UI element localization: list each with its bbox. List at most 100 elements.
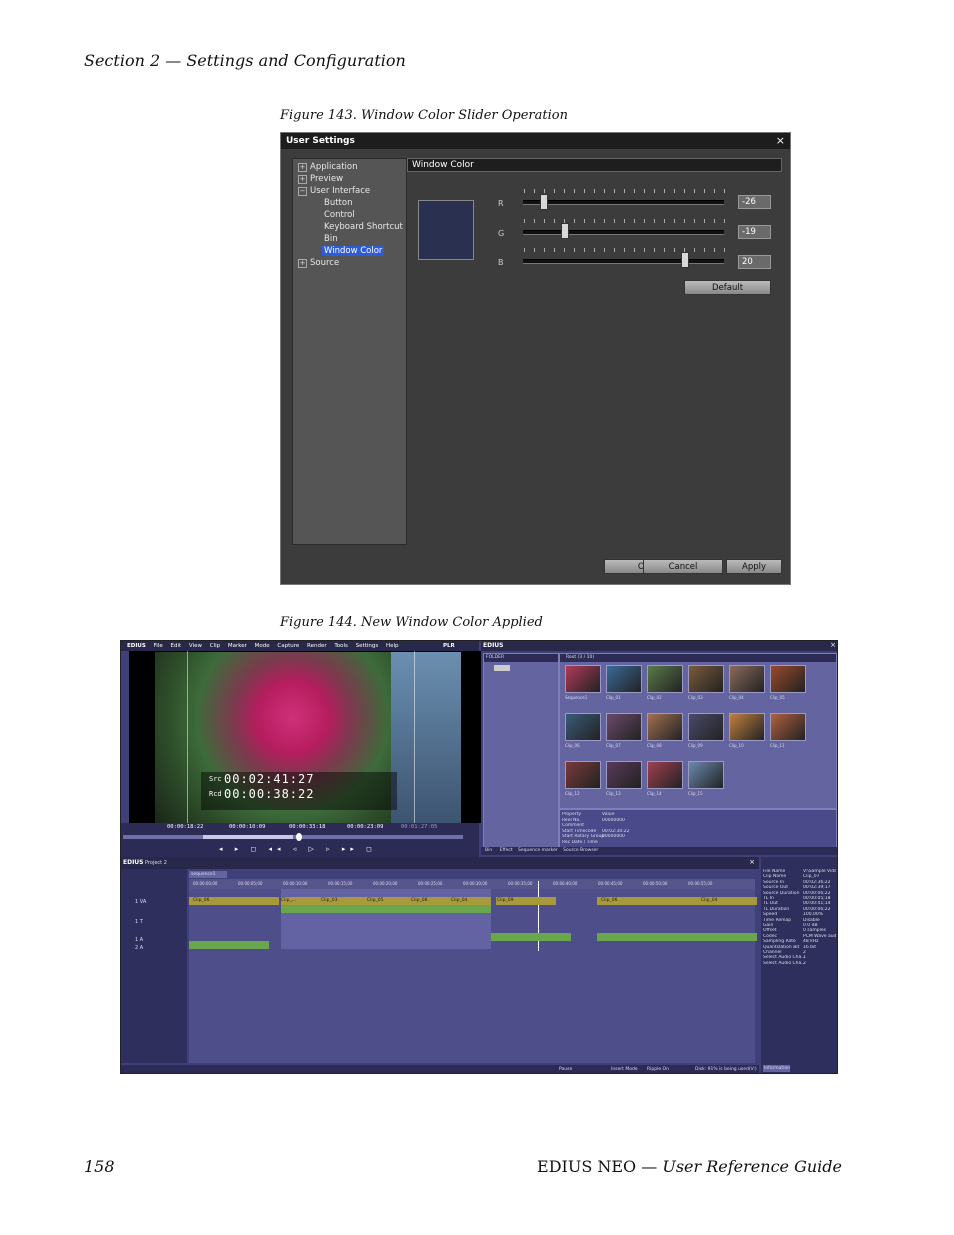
info-value: 0.0 dB xyxy=(803,923,818,928)
g-slider-track[interactable] xyxy=(523,230,724,235)
slider-tick xyxy=(584,248,585,252)
ttl-timecode: 00:01:27:05 xyxy=(401,824,438,830)
menu-clip[interactable]: Clip xyxy=(210,643,220,649)
plr-toggle[interactable]: PLR xyxy=(443,641,455,651)
folder-header: FOLDER xyxy=(484,654,558,662)
sequence-tab[interactable]: sequence1 xyxy=(189,871,227,878)
root-folder-icon[interactable] xyxy=(494,665,510,671)
timeline-clip[interactable] xyxy=(597,897,757,905)
expand-icon[interactable]: + xyxy=(298,175,307,184)
close-icon[interactable]: × xyxy=(776,134,785,147)
r-value-field[interactable]: -26 xyxy=(738,195,771,209)
tab-effect[interactable]: Effect xyxy=(500,848,513,853)
transport-buttons[interactable]: ◂ ▸ ◻ ◂◂ ◃ ▷ ▹ ▸▸ ◻ xyxy=(219,845,377,853)
clip-thumbnail[interactable] xyxy=(606,665,642,693)
expand-icon[interactable]: + xyxy=(298,163,307,172)
cancel-button[interactable]: Cancel xyxy=(643,559,723,574)
menu-view[interactable]: View xyxy=(189,643,202,649)
timeline-clip-label: Clip_06 xyxy=(193,898,210,903)
tree-item-bin[interactable]: Bin xyxy=(324,234,338,244)
clip-thumbnail[interactable] xyxy=(647,665,683,693)
clip-thumbnail[interactable] xyxy=(565,761,601,789)
b-value-field[interactable]: 20 xyxy=(738,255,771,269)
r-slider-thumb[interactable] xyxy=(540,194,548,210)
info-row: TL Out 00:00:41;14 xyxy=(763,901,831,907)
timeline-clip[interactable] xyxy=(321,905,401,913)
clip-thumbnail[interactable] xyxy=(688,761,724,789)
g-slider-thumb[interactable] xyxy=(561,223,569,239)
clip-label: Clip_12 xyxy=(565,791,580,796)
clip-thumbnail[interactable] xyxy=(647,761,683,789)
r-slider-track[interactable] xyxy=(523,200,724,205)
player-controls: 00:00:18:22 00:00:10:09 00:00:33:18 00:0… xyxy=(121,823,479,857)
info-row: Source Duration 00:00:06;22 xyxy=(763,890,831,896)
menu-edit[interactable]: Edit xyxy=(171,643,182,649)
b-label: B xyxy=(498,258,504,267)
src-timecode: 00:02:41:27 xyxy=(224,772,315,786)
slider-tick xyxy=(694,248,695,252)
clip-thumbnail[interactable] xyxy=(770,713,806,741)
info-row: Quantization Bit 16 bit xyxy=(763,944,817,950)
expand-icon[interactable]: + xyxy=(298,259,307,268)
tree-item-application[interactable]: + Application xyxy=(298,162,358,172)
slider-tick xyxy=(704,219,705,223)
clip-thumbnail[interactable] xyxy=(606,713,642,741)
clip-thumbnail[interactable] xyxy=(729,665,765,693)
default-button[interactable]: Default xyxy=(684,280,771,295)
tab-source-browser[interactable]: Source Browser xyxy=(563,848,598,853)
timeline-clip[interactable] xyxy=(401,905,491,913)
menu-capture[interactable]: Capture xyxy=(277,643,299,649)
timeline-close-icon[interactable]: × xyxy=(749,858,755,866)
information-tab[interactable]: Information xyxy=(763,1065,790,1072)
slider-tick xyxy=(554,248,555,252)
slider-tick xyxy=(644,219,645,223)
slider-tick xyxy=(574,189,575,193)
bin-tabs: Bin Effect Sequence marker Source Browse… xyxy=(481,847,837,855)
timeline-clip[interactable] xyxy=(597,933,757,941)
clip-label: Clip_05 xyxy=(770,695,785,700)
menu-help[interactable]: Help xyxy=(386,643,399,649)
clip-thumbnail[interactable] xyxy=(770,665,806,693)
info-row: Sampling Rate 48 kHz xyxy=(763,939,819,945)
clip-thumbnail[interactable] xyxy=(688,665,724,693)
timeline-clip[interactable] xyxy=(281,905,321,913)
tab-sequence-marker[interactable]: Sequence marker xyxy=(518,848,558,853)
apply-button[interactable]: Apply xyxy=(726,559,782,574)
clip-thumbnail[interactable] xyxy=(606,761,642,789)
b-slider-track[interactable] xyxy=(523,259,724,264)
menu-file[interactable]: File xyxy=(154,643,163,649)
scrubber-thumb[interactable] xyxy=(296,833,302,841)
timeline-clip[interactable] xyxy=(189,941,269,949)
b-slider-thumb[interactable] xyxy=(681,252,689,268)
slider-tick xyxy=(714,248,715,252)
timeline-clip[interactable] xyxy=(491,933,571,941)
property-value: Value xyxy=(602,812,615,817)
clip-thumbnail[interactable] xyxy=(729,713,765,741)
tree-item-source[interactable]: + Source xyxy=(298,258,339,268)
menu-settings[interactable]: Settings xyxy=(356,643,379,649)
slider-tick xyxy=(654,219,655,223)
property-row: Rec Date / Time xyxy=(562,840,598,845)
clip-thumbnail[interactable] xyxy=(565,665,601,693)
track-header-label: 1 VA xyxy=(135,899,147,905)
collapse-icon[interactable]: − xyxy=(298,187,307,196)
menu-mode[interactable]: Mode xyxy=(255,643,270,649)
tab-bin[interactable]: Bin xyxy=(485,848,492,853)
tree-item-user-interface[interactable]: − User Interface xyxy=(298,186,370,196)
g-value-field[interactable]: -19 xyxy=(738,225,771,239)
menu-render[interactable]: Render xyxy=(307,643,327,649)
menu-marker[interactable]: Marker xyxy=(228,643,247,649)
bin-close-icon[interactable]: × xyxy=(830,641,836,649)
tree-item-window-color[interactable]: Window Color xyxy=(322,246,385,256)
menu-tools[interactable]: Tools xyxy=(334,643,348,649)
r-label: R xyxy=(498,199,504,208)
player-scrubber[interactable] xyxy=(123,835,463,839)
tree-item-control[interactable]: Control xyxy=(324,210,355,220)
slider-tick xyxy=(724,248,725,252)
tree-item-button[interactable]: Button xyxy=(324,198,352,208)
clip-thumbnail[interactable] xyxy=(647,713,683,741)
tree-item-preview[interactable]: + Preview xyxy=(298,174,343,184)
clip-thumbnail[interactable] xyxy=(688,713,724,741)
clip-thumbnail[interactable] xyxy=(565,713,601,741)
tree-item-keyboard-shortcut[interactable]: Keyboard Shortcut xyxy=(324,222,403,232)
